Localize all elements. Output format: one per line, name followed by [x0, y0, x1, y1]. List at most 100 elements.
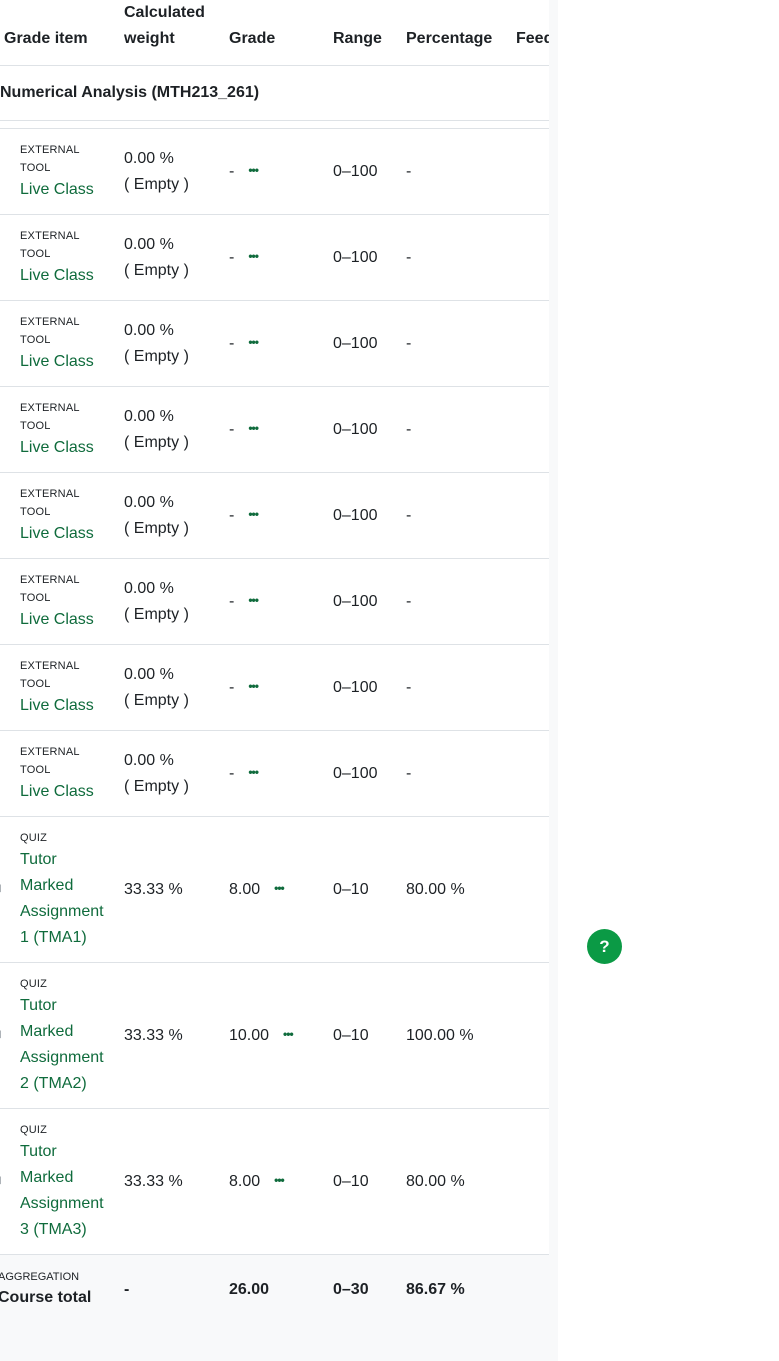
calculated-weight-cell: 0.00 % ( Empty )	[124, 730, 229, 817]
percentage-cell: -	[406, 558, 516, 645]
weight-value: 0.00 %	[124, 751, 174, 769]
grade-value: 8.00	[229, 1172, 261, 1190]
puzzle-icon: ⚙	[0, 165, 2, 176]
table-row: ⚙ EXTERNAL TOOL Live Class0.00 % ( Empty ) -…	[0, 472, 549, 559]
aggregation-type-label: AGGREGATION	[0, 1271, 80, 1283]
grade-value: -	[229, 506, 235, 524]
grade-value: -	[229, 764, 235, 782]
weight-empty-note: ( Empty )	[124, 261, 189, 279]
calculated-weight-cell: 0.00 % ( Empty )	[124, 644, 229, 731]
item-type-label: EXTERNAL TOOL	[20, 315, 80, 346]
weight-value: 0.00 %	[124, 665, 174, 683]
percentage-cell: -	[406, 472, 516, 559]
calculated-weight-cell: 0.00 % ( Empty )	[124, 472, 229, 559]
course-total-grade: 26.00	[229, 1254, 333, 1325]
weight-empty-note: ( Empty )	[124, 605, 189, 623]
item-type-label: QUIZ	[20, 831, 48, 844]
feedback-cell	[516, 644, 549, 731]
puzzle-icon: ⚙	[0, 251, 2, 262]
grade-item-link[interactable]: Tutor Marked Assignment 2 (TMA2)	[20, 993, 110, 1097]
calculated-weight-cell: 0.00 % ( Empty )	[124, 128, 229, 215]
weight-value: 33.33 %	[124, 880, 183, 898]
more-actions-icon[interactable]: •••	[248, 335, 259, 349]
grade-item-cell: ⚙ EXTERNAL TOOL Live Class	[0, 128, 124, 215]
grade-cell: - •••	[229, 644, 333, 731]
grade-value: -	[229, 162, 235, 180]
help-button[interactable]: ?	[587, 929, 622, 964]
calculated-weight-cell: 0.00 % ( Empty )	[124, 386, 229, 473]
grade-item-cell: ⚙ EXTERNAL TOOL Live Class	[0, 300, 124, 387]
grade-item-link[interactable]: Live Class	[20, 521, 124, 547]
feedback-cell	[516, 816, 549, 963]
percentage-cell: 80.00 %	[406, 1108, 516, 1255]
more-actions-icon[interactable]: •••	[248, 679, 259, 693]
grade-value: -	[229, 420, 235, 438]
more-actions-icon[interactable]: •••	[274, 881, 285, 895]
range-cell: 0–100	[333, 472, 406, 559]
puzzle-icon: ⚙	[0, 767, 2, 778]
puzzle-icon: ⚙	[0, 423, 2, 434]
percentage-cell: -	[406, 300, 516, 387]
category-spacer	[0, 120, 549, 129]
puzzle-icon: ⚙	[0, 595, 2, 606]
grade-item-cell: ▤ QUIZ Tutor Marked Assignment 3 (TMA3)	[0, 1108, 124, 1255]
weight-value: 33.33 %	[124, 1026, 183, 1044]
grade-cell: 8.00 •••	[229, 1108, 333, 1255]
grade-item-cell: ⚙ EXTERNAL TOOL Live Class	[0, 386, 124, 473]
weight-empty-note: ( Empty )	[124, 347, 189, 365]
percentage-cell: 80.00 %	[406, 816, 516, 963]
user-grade-table: Grade item Calculated weight Grade Range…	[0, 0, 549, 1325]
table-row: ▤ QUIZ Tutor Marked Assignment 3 (TMA3) 33.…	[0, 1108, 549, 1255]
grade-item-link[interactable]: Tutor Marked Assignment 3 (TMA3)	[20, 1139, 110, 1243]
grade-item-link[interactable]: Live Class	[20, 607, 124, 633]
feedback-cell	[516, 300, 549, 387]
table-row: ⚙ EXTERNAL TOOL Live Class0.00 % ( Empty ) -…	[0, 558, 549, 645]
grade-item-link[interactable]: Live Class	[20, 435, 124, 461]
grade-cell: - •••	[229, 128, 333, 215]
quiz-icon: ▤	[0, 883, 2, 894]
grade-cell: 8.00 •••	[229, 816, 333, 963]
range-cell: 0–10	[333, 1108, 406, 1255]
feedback-cell	[516, 214, 549, 301]
more-actions-icon[interactable]: •••	[248, 163, 259, 177]
grade-item-link[interactable]: Live Class	[20, 263, 124, 289]
grade-item-link[interactable]: Tutor Marked Assignment 1 (TMA1)	[20, 847, 110, 951]
weight-value: 0.00 %	[124, 407, 174, 425]
more-actions-icon[interactable]: •••	[248, 593, 259, 607]
calculated-weight-cell: 33.33 %	[124, 962, 229, 1109]
feedback-cell	[516, 730, 549, 817]
table-row: ⚙ EXTERNAL TOOL Live Class0.00 % ( Empty ) -…	[0, 730, 549, 817]
range-cell: 0–100	[333, 730, 406, 817]
column-header-grade: Grade	[229, 0, 333, 66]
course-total-feedback	[516, 1254, 549, 1325]
more-actions-icon[interactable]: •••	[283, 1027, 294, 1041]
item-type-label: EXTERNAL TOOL	[20, 401, 80, 432]
grade-item-cell: ▤ QUIZ Tutor Marked Assignment 1 (TMA1)	[0, 816, 124, 963]
grade-item-link[interactable]: Live Class	[20, 349, 124, 375]
more-actions-icon[interactable]: •••	[248, 249, 259, 263]
table-row: ⚙ EXTERNAL TOOL Live Class0.00 % ( Empty ) -…	[0, 214, 549, 301]
more-actions-icon[interactable]: •••	[248, 421, 259, 435]
table-row: ▤ QUIZ Tutor Marked Assignment 1 (TMA1) 33.…	[0, 816, 549, 963]
item-type-label: EXTERNAL TOOL	[20, 659, 80, 690]
course-total-item-cell: AGGREGATION Course total	[0, 1254, 124, 1325]
grade-item-cell: ⚙ EXTERNAL TOOL Live Class	[0, 730, 124, 817]
more-actions-icon[interactable]: •••	[274, 1173, 285, 1187]
column-header-percentage: Percentage	[406, 0, 516, 66]
table-row: ⚙ EXTERNAL TOOL Live Class0.00 % ( Empty ) -…	[0, 644, 549, 731]
calculated-weight-cell: 33.33 %	[124, 816, 229, 963]
grade-cell: - •••	[229, 214, 333, 301]
weight-header-line1: Calculated	[124, 4, 205, 21]
item-type-label: EXTERNAL TOOL	[20, 229, 80, 260]
table-row: ⚙ EXTERNAL TOOL Live Class0.00 % ( Empty ) -…	[0, 128, 549, 215]
more-actions-icon[interactable]: •••	[248, 765, 259, 779]
more-actions-icon[interactable]: •••	[248, 507, 259, 521]
calculated-weight-cell: 0.00 % ( Empty )	[124, 558, 229, 645]
item-type-label: QUIZ	[20, 977, 48, 990]
range-cell: 0–10	[333, 962, 406, 1109]
grade-item-link[interactable]: Live Class	[20, 779, 124, 805]
grade-item-link[interactable]: Live Class	[20, 177, 124, 203]
grade-cell: - •••	[229, 558, 333, 645]
grade-value: -	[229, 678, 235, 696]
grade-item-link[interactable]: Live Class	[20, 693, 124, 719]
